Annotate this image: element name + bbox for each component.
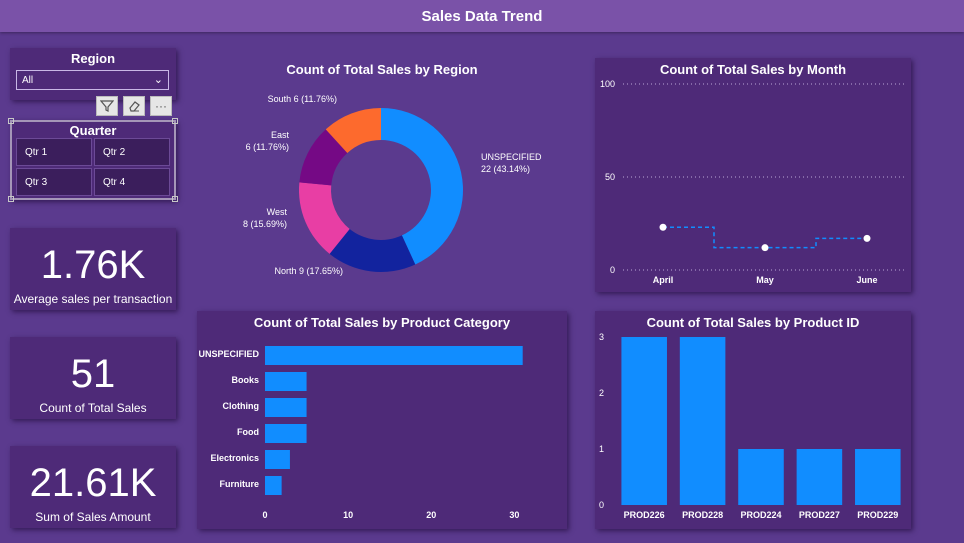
category-bar-chart-panel: Count of Total Sales by Product Category… — [197, 311, 567, 529]
kpi-card-average-sales: 1.76K Average sales per transaction — [10, 228, 176, 310]
visual-header-toolbar: ··· — [96, 96, 172, 116]
data-point-april[interactable] — [659, 223, 667, 231]
x-tick-label: 20 — [426, 510, 436, 520]
kpi-card-count-sales: 51 Count of Total Sales — [10, 337, 176, 419]
month-line-chart: 100 50 0 April May June — [600, 79, 905, 285]
x-tick-label: PROD224 — [740, 510, 781, 520]
donut-label: North 9 (17.65%) — [274, 266, 343, 276]
y-tick-label: Clothing — [223, 401, 260, 411]
bar-clothing[interactable] — [265, 398, 307, 417]
quarter-option-qtr3[interactable]: Qtr 3 — [16, 168, 92, 196]
y-tick-label: 100 — [600, 79, 615, 89]
y-tick-label: 1 — [599, 444, 604, 454]
quarter-slicer: Quarter Qtr 1 Qtr 2 Qtr 3 Qtr 4 — [8, 118, 178, 202]
donut-label: South 6 (11.76%) — [268, 94, 337, 104]
more-options-icon[interactable]: ··· — [150, 96, 172, 116]
bar-prod228[interactable] — [679, 337, 726, 505]
bar-prod227[interactable] — [796, 449, 843, 505]
x-tick-label: 30 — [509, 510, 519, 520]
resize-handle-br[interactable] — [172, 196, 178, 202]
product-id-bar-chart-panel: Count of Total Sales by Product ID 3210P… — [595, 311, 911, 529]
x-tick-label: PROD227 — [799, 510, 840, 520]
bar-prod224[interactable] — [738, 449, 784, 505]
bar-furniture[interactable] — [265, 476, 282, 495]
y-tick-label: UNSPECIFIED — [198, 349, 259, 359]
y-tick-label: Furniture — [220, 479, 260, 489]
y-tick-label: 0 — [599, 500, 604, 510]
kpi-label: Average sales per transaction — [13, 292, 173, 306]
y-tick-label: Books — [231, 375, 259, 385]
product-id-bar-chart: 3 2 1 0 PROD226 PROD228 PROD224 PROD227 PROD229 — [599, 332, 901, 520]
region-dropdown[interactable]: All ⌄ — [16, 70, 169, 90]
kpi-value: 21.61K — [29, 461, 157, 505]
page-title: Sales Data Trend — [421, 7, 543, 25]
filter-icon[interactable] — [96, 96, 118, 116]
bar-food[interactable] — [265, 424, 307, 443]
x-tick-label: 0 — [262, 510, 267, 520]
donut-label: 8 (15.69%) — [243, 219, 287, 229]
more-options-label: ··· — [155, 99, 167, 113]
y-tick-label: 0 — [610, 265, 615, 275]
resize-handle-bl[interactable] — [8, 196, 14, 202]
month-line-chart-panel: Count of Total Sales by Month 100 50 0 Apri… — [595, 58, 911, 292]
donut-label: 6 (11.76%) — [246, 142, 289, 152]
category-bar-chart: UNSPECIFIED Books Clothing Food Electronics F… — [198, 346, 523, 520]
y-tick-label: 50 — [605, 172, 615, 182]
x-tick-label: PROD226 — [624, 510, 665, 520]
bar-prod226[interactable] — [621, 337, 667, 505]
y-tick-label: Electronics — [210, 453, 259, 463]
donut-label: 22 (43.14%) — [481, 164, 530, 174]
y-tick-label: 3 — [599, 332, 604, 342]
x-tick-label: June — [856, 275, 877, 285]
bar-electronics[interactable] — [265, 450, 290, 469]
data-point-may[interactable] — [761, 244, 769, 252]
kpi-label: Sum of Sales Amount — [35, 510, 151, 524]
x-tick-label: May — [756, 275, 774, 285]
region-donut-chart: UNSPECIFIED 22 (43.14%) North 9 (17.65%) We… — [243, 94, 542, 276]
resize-handle-tl[interactable] — [8, 118, 14, 124]
quarter-options: Qtr 1 Qtr 2 Qtr 3 Qtr 4 — [16, 138, 170, 196]
region-slicer: Region All ⌄ — [10, 48, 176, 100]
bar-books[interactable] — [265, 372, 307, 391]
x-tick-label: 10 — [343, 510, 353, 520]
region-donut-chart-panel: Count of Total Sales by Region UNSPECIFI… — [197, 58, 567, 288]
resize-handle-tr[interactable] — [172, 118, 178, 124]
region-slicer-title: Region — [70, 51, 116, 66]
eraser-icon[interactable] — [123, 96, 145, 116]
x-tick-label: PROD229 — [857, 510, 898, 520]
quarter-option-qtr2[interactable]: Qtr 2 — [94, 138, 170, 166]
donut-label: UNSPECIFIED — [481, 152, 542, 162]
data-point-june[interactable] — [863, 234, 871, 242]
bar-unspecified[interactable] — [265, 346, 523, 365]
donut-label: West — [267, 207, 288, 217]
bar-prod229[interactable] — [855, 449, 901, 505]
quarter-slicer-title: Quarter — [69, 123, 117, 138]
x-tick-label: April — [653, 275, 674, 285]
report-title-bar: Sales Data Trend — [0, 0, 964, 32]
kpi-label: Count of Total Sales — [39, 401, 147, 415]
y-tick-label: 2 — [599, 388, 604, 398]
chevron-down-icon: ⌄ — [153, 74, 163, 86]
kpi-value: 51 — [70, 352, 116, 396]
donut-label: East — [271, 130, 290, 140]
quarter-option-qtr1[interactable]: Qtr 1 — [16, 138, 92, 166]
x-tick-label: PROD228 — [682, 510, 723, 520]
quarter-option-qtr4[interactable]: Qtr 4 — [94, 168, 170, 196]
kpi-value: 1.76K — [40, 243, 146, 287]
y-tick-label: Food — [237, 427, 259, 437]
region-dropdown-value: All — [22, 74, 34, 86]
kpi-card-sum-sales: 21.61K Sum of Sales Amount — [10, 446, 176, 528]
